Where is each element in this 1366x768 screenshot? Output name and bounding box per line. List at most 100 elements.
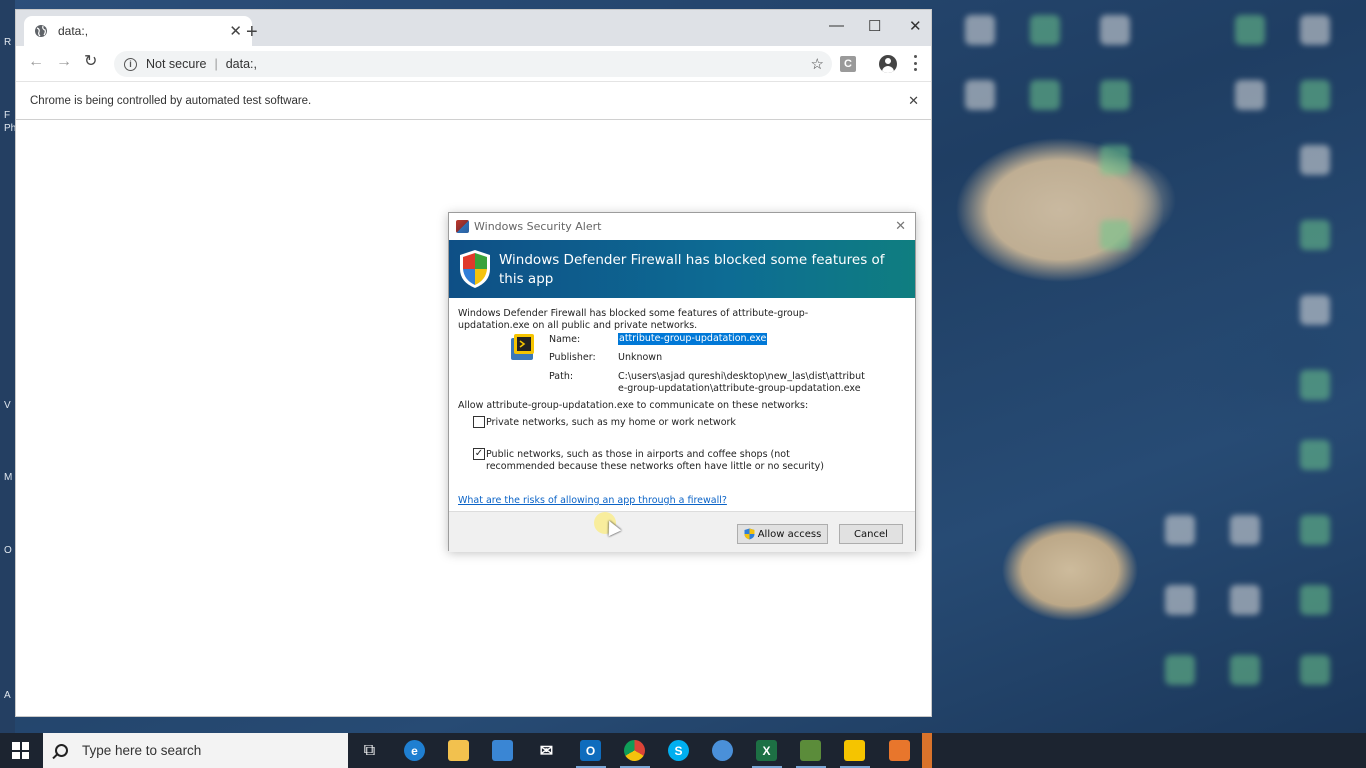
skype-icon[interactable]: S	[668, 740, 689, 761]
globe-icon	[35, 25, 47, 37]
desktop-icon[interactable]	[1100, 220, 1130, 250]
tab-title: data:,	[58, 24, 89, 38]
desktop-icon[interactable]	[1300, 585, 1330, 615]
publisher-value: Unknown	[618, 352, 663, 363]
allow-access-button[interactable]: Allow access	[737, 524, 828, 544]
address-separator: |	[214, 57, 218, 71]
desktop-label[interactable]: R	[4, 37, 11, 48]
dialog-banner: Windows Defender Firewall has blocked so…	[449, 240, 915, 298]
desktop-label[interactable]: F	[4, 110, 10, 121]
address-bar[interactable]: i Not secure | data:, ☆	[114, 51, 832, 77]
path-value: C:\users\asjad qureshi\desktop\new_las\d…	[618, 371, 865, 394]
network-app-icon[interactable]	[712, 740, 733, 761]
desktop-icon[interactable]	[1030, 80, 1060, 110]
automation-infobar: Chrome is being controlled by automated …	[16, 82, 931, 120]
windows-start-icon[interactable]	[12, 742, 29, 759]
desktop-icon[interactable]	[1300, 295, 1330, 325]
private-networks-label[interactable]: Private networks, such as my home or wor…	[486, 417, 846, 429]
task-view-icon[interactable]: ⧉	[359, 740, 380, 761]
taskbar-search-box[interactable]: Type here to search	[43, 733, 348, 768]
profile-icon[interactable]	[879, 55, 897, 73]
desktop-icon[interactable]	[1165, 655, 1195, 685]
desktop-icon[interactable]	[1300, 655, 1330, 685]
infobar-close-icon[interactable]: ✕	[908, 93, 919, 109]
security-label[interactable]: Not secure	[146, 57, 206, 71]
desktop-icon[interactable]	[1165, 585, 1195, 615]
desktop-label[interactable]: A	[4, 690, 11, 701]
desktop-icon[interactable]	[1230, 515, 1260, 545]
desktop-icon[interactable]	[1235, 15, 1265, 45]
desktop-icon[interactable]	[1300, 440, 1330, 470]
menu-kebab-icon[interactable]	[913, 55, 917, 71]
extension-icon[interactable]: C	[840, 56, 856, 72]
bookmark-star-icon[interactable]: ☆	[811, 55, 824, 73]
orange-app-icon[interactable]	[889, 740, 910, 761]
cancel-button[interactable]: Cancel	[839, 524, 903, 544]
desktop-icon[interactable]	[965, 80, 995, 110]
desktop-icon[interactable]	[1300, 220, 1330, 250]
desktop-icon[interactable]	[1300, 370, 1330, 400]
firewall-app-icon	[456, 220, 469, 233]
private-networks-checkbox[interactable]	[473, 416, 485, 428]
store-icon[interactable]	[492, 740, 513, 761]
desktop-icon[interactable]	[1230, 585, 1260, 615]
desktop-icon[interactable]	[965, 15, 995, 45]
python-taskbar-icon[interactable]	[844, 740, 865, 761]
desktop-icon[interactable]	[1100, 145, 1130, 175]
security-shield-icon	[460, 250, 490, 288]
taskbar: Type here to search ⧉ e ✉ O S X	[0, 733, 1366, 768]
forward-arrow-icon[interactable]: →	[56, 54, 72, 70]
edge-icon[interactable]: e	[404, 740, 425, 761]
desktop-icon[interactable]	[1300, 145, 1330, 175]
path-label: Path:	[549, 371, 574, 382]
minimize-button[interactable]: —	[829, 17, 844, 34]
tab-strip: data:, ✕ + — ☐ ✕	[16, 10, 931, 46]
desktop-icon[interactable]	[1230, 655, 1260, 685]
publisher-label: Publisher:	[549, 352, 596, 363]
excel-icon[interactable]: X	[756, 740, 777, 761]
name-value[interactable]: attribute-group-updatation.exe	[618, 333, 768, 345]
allow-prompt: Allow attribute-group-updatation.exe to …	[458, 400, 809, 411]
dialog-footer: Allow access Cancel	[449, 511, 915, 552]
desktop-label[interactable]: V	[4, 400, 11, 411]
browser-tab[interactable]: data:, ✕	[24, 16, 252, 46]
file-explorer-icon[interactable]	[448, 740, 469, 761]
desktop-icon[interactable]	[1300, 515, 1330, 545]
browser-toolbar: ← → ↻ i Not secure | data:, ☆	[16, 46, 931, 82]
infobar-message: Chrome is being controlled by automated …	[30, 94, 312, 107]
public-networks-label[interactable]: Public networks, such as those in airpor…	[486, 449, 846, 473]
taskbar-edge	[922, 733, 932, 768]
uac-shield-icon	[744, 528, 755, 540]
name-label: Name:	[549, 334, 581, 345]
allow-access-label: Allow access	[757, 528, 822, 540]
chrome-icon[interactable]	[624, 740, 645, 761]
desktop-icon[interactable]	[1030, 15, 1060, 45]
desktop-label[interactable]: O	[4, 545, 12, 556]
outlook-icon[interactable]: O	[580, 740, 601, 761]
desktop-label[interactable]: M	[4, 472, 12, 483]
public-networks-checkbox[interactable]: ✓	[473, 448, 485, 460]
desktop-icon[interactable]	[1165, 515, 1195, 545]
dialog-title: Windows Security Alert	[474, 220, 602, 233]
desktop-icon[interactable]	[1235, 80, 1265, 110]
desktop-icon[interactable]	[1100, 15, 1130, 45]
close-window-button[interactable]: ✕	[909, 17, 922, 35]
desktop-icon[interactable]	[1300, 80, 1330, 110]
search-placeholder: Type here to search	[82, 743, 202, 758]
desktop-left-icons: R F Ph V M O A	[0, 0, 16, 735]
new-tab-button[interactable]: +	[246, 22, 258, 42]
dialog-close-icon[interactable]: ✕	[895, 219, 906, 234]
dialog-titlebar[interactable]: Windows Security Alert ✕	[449, 213, 915, 240]
mail-icon[interactable]: ✉	[536, 740, 557, 761]
desktop-icon[interactable]	[1300, 15, 1330, 45]
info-icon[interactable]: i	[124, 57, 137, 71]
spreadsheet-app-icon[interactable]	[800, 740, 821, 761]
desktop-icon[interactable]	[1100, 80, 1130, 110]
reload-icon[interactable]: ↻	[84, 54, 97, 70]
cancel-label: Cancel	[854, 528, 888, 540]
tab-close-icon[interactable]: ✕	[229, 24, 242, 39]
back-arrow-icon[interactable]: ←	[28, 54, 44, 70]
maximize-button[interactable]: ☐	[868, 17, 881, 35]
firewall-risks-link[interactable]: What are the risks of allowing an app th…	[458, 495, 727, 506]
url-text[interactable]: data:,	[226, 57, 257, 71]
